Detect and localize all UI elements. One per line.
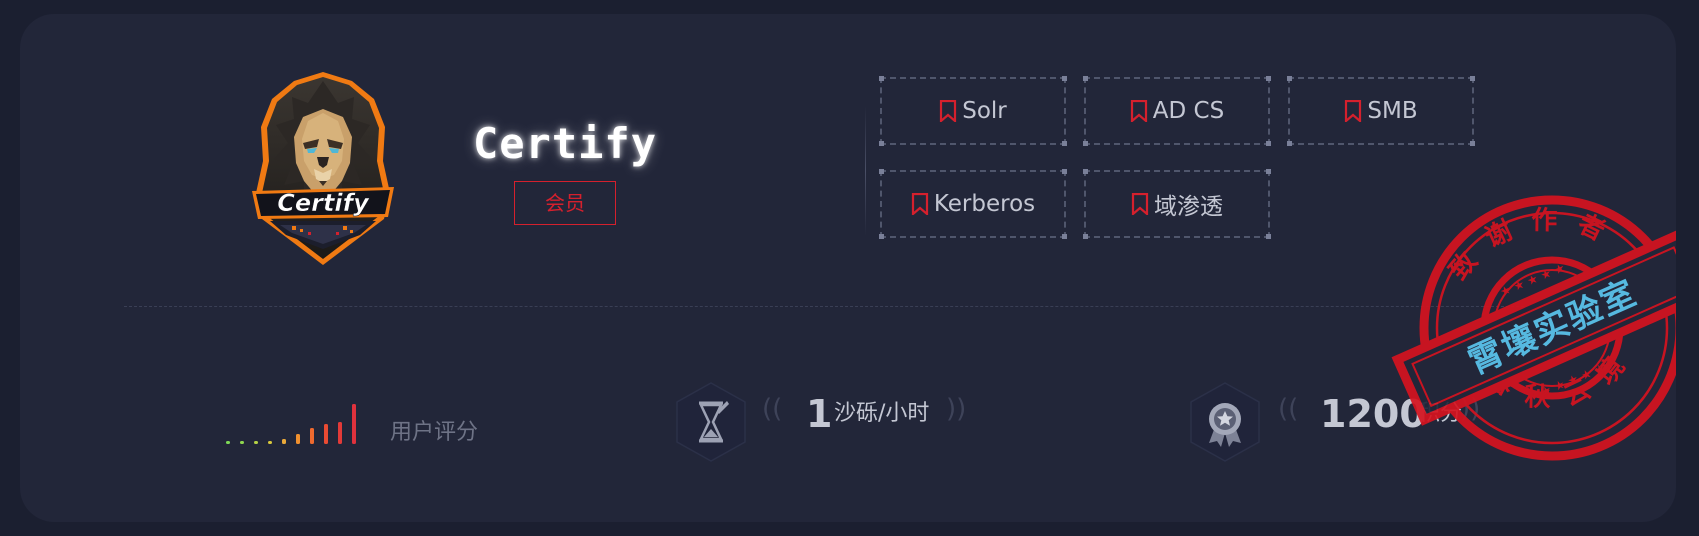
svg-text:★ ★ ★ ★ ★: ★ ★ ★ ★ ★ — [1538, 360, 1607, 399]
svg-text:霄壤实验室: 霄壤实验室 — [1463, 273, 1644, 383]
svg-text:致谢作者: 致谢作者 — [1435, 187, 1631, 290]
rating-bar — [324, 424, 328, 444]
time-unit: 沙砾/小时 — [834, 401, 930, 426]
tag-label: AD CS — [1152, 98, 1225, 124]
rating-bar — [310, 428, 314, 444]
rating-bar — [226, 441, 230, 444]
tag-label: SMB — [1367, 98, 1418, 124]
tag-smb[interactable]: SMB — [1287, 76, 1475, 146]
rating-bar — [296, 434, 300, 444]
rating-bar — [352, 404, 356, 444]
bookmark-icon — [940, 100, 957, 122]
points-value: 1200 — [1320, 392, 1426, 436]
points-unit: 积分 — [1418, 401, 1463, 426]
tag-solr[interactable]: Solr — [879, 76, 1067, 146]
tag-label: Kerberos — [933, 191, 1036, 217]
machine-logo: Certify — [248, 69, 398, 269]
rating-bar — [268, 441, 272, 444]
tag-label: 域渗透 — [1154, 194, 1223, 220]
hourglass-icon — [671, 381, 751, 463]
bookmark-icon — [1345, 100, 1362, 122]
svg-text:Certify: Certify — [277, 189, 370, 217]
rating-bar — [338, 422, 342, 444]
svg-text:★ ★ ★ ★ ★: ★ ★ ★ ★ ★ — [1498, 260, 1567, 299]
tag-kerberos[interactable]: Kerberos — [879, 169, 1067, 239]
rating-bars — [226, 404, 356, 444]
rating-bar — [282, 439, 286, 444]
time-value: 1 — [806, 392, 833, 436]
rating-bar — [254, 441, 258, 444]
bracket-left-decoration: (( — [762, 394, 783, 424]
bracket-right-decoration: )) — [946, 394, 967, 424]
machine-title: Certify — [472, 119, 657, 168]
vertical-divider — [865, 106, 866, 236]
machine-card: Certify Certify 会员 Solr AD CS SMB Kerber… — [20, 14, 1676, 522]
member-badge: 会员 — [514, 181, 616, 225]
bookmark-icon — [911, 193, 928, 215]
svg-text:春秋云境: 春秋云境 — [1476, 333, 1650, 430]
bookmark-icon — [1131, 193, 1149, 215]
section-divider — [124, 306, 1524, 307]
medal-icon — [1185, 381, 1265, 463]
author-thanks-stamp: 致谢作者 春秋云境 ★ ★ ★ ★ ★ ★ ★ ★ ★ ★ 霄壤实验室 — [1390, 184, 1676, 484]
bracket-right-decoration: )) — [1460, 394, 1481, 424]
rating-bar — [240, 441, 244, 444]
rating-label: 用户评分 — [390, 420, 479, 445]
tag-domain-pentest[interactable]: 域渗透 — [1083, 169, 1271, 239]
tag-label: Solr — [962, 98, 1007, 124]
tag-adcs[interactable]: AD CS — [1083, 76, 1271, 146]
bracket-left-decoration: (( — [1278, 394, 1299, 424]
bookmark-icon — [1130, 100, 1147, 122]
